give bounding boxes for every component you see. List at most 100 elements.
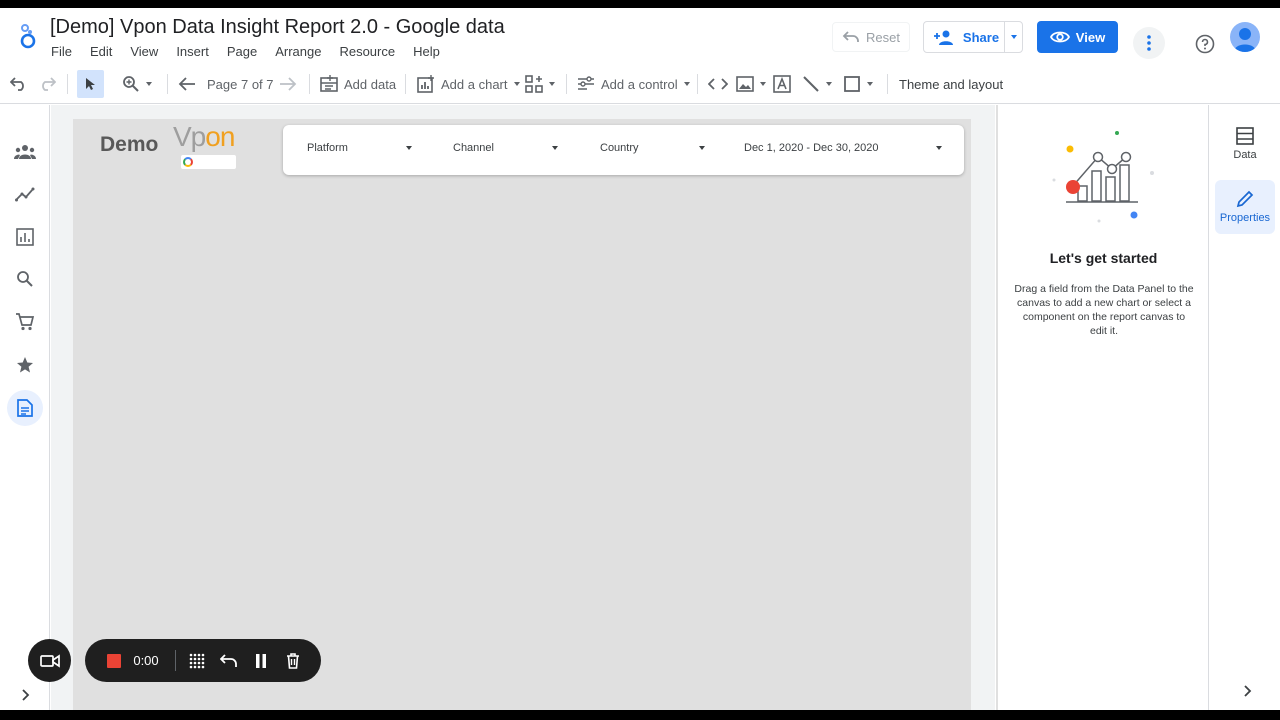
delete-recording-button[interactable] xyxy=(282,639,304,682)
rail-insights[interactable] xyxy=(13,182,37,206)
app-header: [Demo] Vpon Data Insight Report 2.0 - Go… xyxy=(0,8,1280,64)
report-canvas[interactable]: Demo Vpon Platform Channel Country Dec 1… xyxy=(51,105,995,710)
demo-logo-text: Demo xyxy=(100,133,159,156)
properties-tab-label: Properties xyxy=(1219,212,1271,224)
add-person-icon xyxy=(933,30,953,45)
menu-insert[interactable]: Insert xyxy=(167,44,218,59)
country-filter-label: Country xyxy=(600,142,639,154)
recorder-undo-button[interactable] xyxy=(218,639,240,682)
share-button[interactable]: Share xyxy=(923,21,1023,53)
expand-rail-button[interactable] xyxy=(16,685,36,705)
zoom-icon xyxy=(123,76,139,92)
menu-page[interactable]: Page xyxy=(218,44,266,59)
next-page-button[interactable] xyxy=(279,70,297,98)
get-started-text: Drag a field from the Data Panel to the … xyxy=(1014,283,1194,337)
platform-filter-label: Platform xyxy=(307,142,348,154)
previous-page-button[interactable] xyxy=(178,70,196,98)
image-button[interactable] xyxy=(736,70,766,98)
country-filter[interactable]: Country xyxy=(600,140,705,156)
chevron-down-icon xyxy=(552,146,558,150)
report-title[interactable]: [Demo] Vpon Data Insight Report 2.0 - Go… xyxy=(50,16,505,39)
properties-panel: Let's get started Drag a field from the … xyxy=(996,105,1209,710)
stop-icon xyxy=(107,653,121,668)
share-label: Share xyxy=(962,29,1000,45)
rail-people[interactable] xyxy=(13,140,37,164)
reset-button[interactable]: Reset xyxy=(832,22,910,52)
vpon-logo-on: on xyxy=(205,121,235,152)
add-data-button[interactable]: Add data xyxy=(320,70,396,98)
menu-arrange[interactable]: Arrange xyxy=(266,44,330,59)
rail-cart[interactable] xyxy=(13,310,37,334)
menu-resource[interactable]: Resource xyxy=(330,44,404,59)
chevron-down-icon xyxy=(936,146,942,150)
undo-button[interactable] xyxy=(10,70,28,98)
share-dropdown[interactable] xyxy=(1004,22,1022,52)
properties-panel-tab[interactable]: Properties xyxy=(1215,180,1275,234)
app-window: [Demo] Vpon Data Insight Report 2.0 - Go… xyxy=(0,8,1280,710)
vpon-logo: Vpon xyxy=(173,121,235,153)
community-viz-button[interactable] xyxy=(525,70,555,98)
chevron-down-icon xyxy=(826,82,832,86)
theme-layout-label: Theme and layout xyxy=(899,76,1004,92)
add-data-icon xyxy=(320,75,338,92)
google-logo-icon xyxy=(183,157,193,167)
menu-help[interactable]: Help xyxy=(404,44,449,59)
account-avatar[interactable] xyxy=(1230,22,1260,52)
line-button[interactable] xyxy=(802,70,832,98)
text-box-icon xyxy=(773,75,791,93)
add-control-button[interactable]: Add a control xyxy=(577,70,690,98)
embed-code-button[interactable] xyxy=(708,70,728,98)
recorder-camera-button[interactable] xyxy=(28,639,71,682)
date-range-filter[interactable]: Dec 1, 2020 - Dec 30, 2020 xyxy=(744,140,942,156)
cart-icon xyxy=(16,313,35,331)
trash-icon xyxy=(287,652,299,669)
add-chart-button[interactable]: Add a chart xyxy=(417,70,520,98)
rail-report[interactable] xyxy=(13,225,37,249)
menu-bar: File Edit View Insert Page Arrange Resou… xyxy=(42,44,449,59)
undo-icon xyxy=(10,77,24,91)
channel-filter[interactable]: Channel xyxy=(453,140,558,156)
add-chart-label: Add a chart xyxy=(441,76,508,92)
text-button[interactable] xyxy=(773,70,791,98)
collapse-panel-button[interactable] xyxy=(1238,681,1258,701)
select-tool-button[interactable] xyxy=(77,70,104,98)
more-options-button[interactable] xyxy=(1133,27,1165,59)
code-icon xyxy=(708,78,728,90)
chevron-right-icon xyxy=(1244,685,1252,697)
view-label: View xyxy=(1075,29,1106,45)
rail-document[interactable] xyxy=(7,390,43,426)
help-icon xyxy=(1195,34,1215,54)
data-panel-tab[interactable]: Data xyxy=(1215,117,1275,171)
date-range-label: Dec 1, 2020 - Dec 30, 2020 xyxy=(744,142,879,154)
recording-timer: 0:00 xyxy=(133,653,159,668)
line-icon xyxy=(803,76,819,92)
rail-favorites[interactable] xyxy=(13,353,37,377)
rail-search[interactable] xyxy=(13,267,37,291)
shape-button[interactable] xyxy=(843,70,873,98)
menu-view[interactable]: View xyxy=(121,44,167,59)
page-indicator[interactable]: Page 7 of 7 xyxy=(207,70,274,98)
recorder-grid-button[interactable] xyxy=(186,639,208,682)
recorder-controls: 0:00 xyxy=(85,639,321,682)
reset-label: Reset xyxy=(866,29,900,45)
dot-grid-icon xyxy=(189,653,205,668)
widgets-icon xyxy=(525,75,543,93)
looker-studio-logo[interactable] xyxy=(16,22,40,50)
theme-layout-button[interactable]: Theme and layout xyxy=(899,70,1003,98)
insights-icon xyxy=(15,187,35,202)
chevron-down-icon xyxy=(513,82,520,86)
reset-icon xyxy=(842,31,859,42)
stop-recording-button[interactable] xyxy=(105,639,123,682)
zoom-button[interactable] xyxy=(122,70,152,98)
add-control-label: Add a control xyxy=(601,76,678,92)
chevron-down-icon xyxy=(760,82,766,86)
view-button[interactable]: View xyxy=(1037,21,1118,53)
menu-file[interactable]: File xyxy=(42,44,81,59)
rectangle-icon xyxy=(844,76,860,92)
menu-edit[interactable]: Edit xyxy=(81,44,121,59)
report-page[interactable]: Demo Vpon Platform Channel Country Dec 1… xyxy=(73,119,971,710)
pause-recording-button[interactable] xyxy=(250,639,272,682)
help-button[interactable] xyxy=(1192,31,1218,57)
redo-button[interactable] xyxy=(38,70,56,98)
platform-filter[interactable]: Platform xyxy=(307,140,412,156)
